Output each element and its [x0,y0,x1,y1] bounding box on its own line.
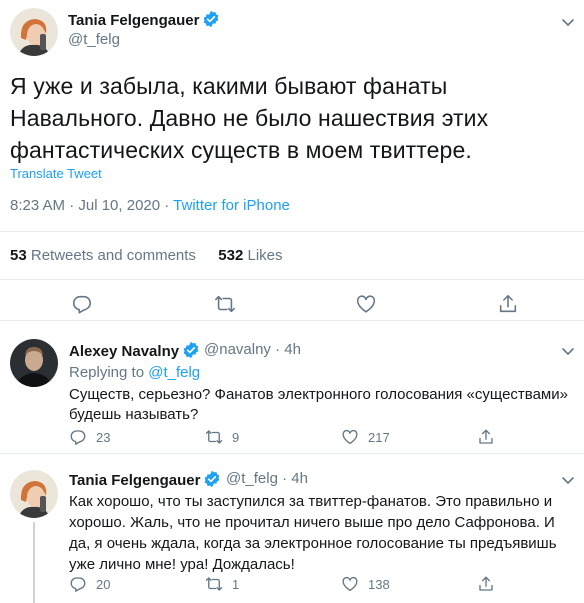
tweet-source-link[interactable]: Twitter for iPhone [173,197,290,214]
retweet-count: 9 [232,429,240,445]
like-button[interactable] [355,293,377,315]
reply-tweet[interactable]: Alexey Navalny @navalny · 4h Replying to… [0,321,584,454]
share-button[interactable] [477,428,495,446]
verified-badge-icon [205,470,220,488]
chevron-down-icon[interactable] [560,343,576,359]
avatar[interactable] [10,8,58,56]
reply-text: Как хорошо, что ты заступился за твиттер… [69,493,557,573]
author-name[interactable]: Tania Felgengauer [69,470,221,489]
reply-count: 20 [96,576,111,592]
main-tweet-actions [0,289,584,319]
chevron-down-icon[interactable] [560,14,576,30]
reply-icon [72,295,92,314]
retweet-count: 1 [232,576,240,592]
tweet-timestamp: 8:23 AM · Jul 10, 2020 · Twitter for iPh… [10,197,290,214]
like-count: 217 [368,429,390,445]
like-icon [356,295,376,313]
retweets-stat[interactable]: 53 Retweets and comments [10,247,196,264]
retweet-button[interactable]: 1 [205,575,239,593]
avatar[interactable] [10,470,58,518]
share-icon [479,429,493,444]
reply-actions: 20 1 138 [0,572,584,602]
divider [0,279,584,280]
like-count: 138 [368,576,390,592]
reply-button[interactable]: 23 [69,428,110,446]
reply-time[interactable]: · 4h [271,341,301,358]
like-button[interactable]: 217 [341,428,390,446]
retweet-icon [215,295,235,313]
retweet-button[interactable] [214,293,236,315]
reply-button[interactable] [71,293,93,315]
share-icon [479,576,493,591]
reply-count: 23 [96,429,111,445]
author-name[interactable]: Tania Felgengauer [68,10,220,29]
retweet-icon [205,430,223,444]
divider [0,231,584,232]
likes-stat[interactable]: 532 Likes [218,247,282,264]
author-handle-and-time: @t_felg · 4h [226,470,308,487]
retweet-icon [205,577,223,591]
reply-text: Существ, серьезно? Фанатов электронного … [69,386,568,423]
reply-time[interactable]: · 4h [278,470,308,487]
share-icon [499,294,517,313]
author-handle[interactable]: @t_felg [226,470,278,487]
author-handle-and-time: @navalny · 4h [204,341,301,358]
reply-icon [70,577,86,592]
translate-tweet-link[interactable]: Translate Tweet [10,166,102,181]
author-handle[interactable]: @navalny [204,341,271,358]
like-icon [342,429,358,445]
reply-tweet[interactable]: Tania Felgengauer @t_felg · 4h Как хорош… [0,454,584,603]
replying-to-link[interactable]: @t_felg [148,364,200,381]
reply-button[interactable]: 20 [69,575,110,593]
avatar[interactable] [10,339,58,387]
verified-badge-icon [183,341,199,359]
share-button[interactable] [477,575,495,593]
like-icon [342,576,358,592]
tweet-stats: 53 Retweets and comments 532 Likes [10,247,283,264]
reply-icon [70,430,86,445]
main-tweet: Tania Felgengauer @t_felg Я уже и забыла… [0,0,584,321]
verified-badge-icon [204,10,219,28]
like-button[interactable]: 138 [341,575,390,593]
share-button[interactable] [497,293,519,315]
author-name[interactable]: Alexey Navalny [69,341,200,360]
chevron-down-icon[interactable] [560,472,576,488]
tweet-text: Я уже и забыла, какими бывают фанаты Нав… [10,73,489,163]
replying-to: Replying to @t_felg [69,364,201,381]
author-handle[interactable]: @t_felg [68,31,120,48]
reply-actions: 23 9 217 [0,425,584,455]
retweet-button[interactable]: 9 [205,428,239,446]
